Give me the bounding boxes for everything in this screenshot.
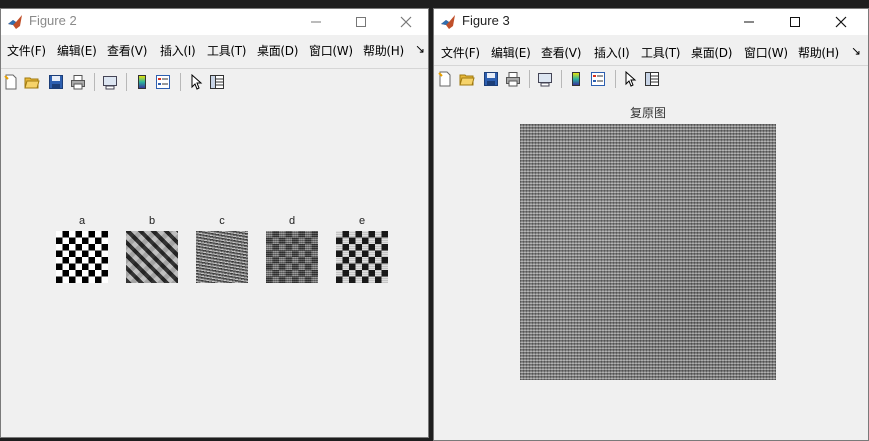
maximize-button[interactable] [772,9,818,35]
subplot-image-d [266,231,318,283]
property-inspector-icon[interactable] [644,71,660,87]
desktop-background [0,0,869,8]
menu-view[interactable]: 查看(V) [107,42,147,59]
subplot-label-d: d [288,215,296,227]
toolbar-separator [180,73,181,91]
title-bar[interactable]: Figure 2 [1,9,428,35]
insert-legend-icon[interactable] [590,71,606,87]
toolbar-separator [561,70,562,88]
maximize-icon [356,17,366,27]
open-file-icon[interactable] [459,71,475,87]
save-icon[interactable] [48,74,64,90]
new-figure-icon[interactable] [437,71,453,87]
figure-2-window: Figure 2 文件(F) 编辑(E) 查看(V) 插入(I) 工具(T) 桌… [0,8,429,438]
subplot-label-c: c [219,215,225,227]
menu-overflow-arrow[interactable]: ↘ [415,42,425,56]
minimize-button[interactable] [293,9,339,35]
toolbar-separator [529,70,530,88]
print-icon[interactable] [505,71,521,87]
subplot-label-e: e [358,215,366,227]
subplot-label-a: a [78,215,86,227]
menu-view[interactable]: 查看(V) [541,44,581,61]
figure-axes-area: 复原图 [434,94,868,440]
menu-help[interactable]: 帮助(H) [363,42,404,59]
insert-colorbar-icon[interactable] [134,74,150,90]
open-file-icon[interactable] [24,74,40,90]
menu-bar: 文件(F) 编辑(E) 查看(V) 插入(I) 工具(T) 桌面(D) 窗口(W… [1,40,428,62]
menu-tools[interactable]: 工具(T) [207,42,247,59]
figure-3-window: Figure 3 文件(F) 编辑(E) 查看(V) 插入(I) 工具(T) 桌… [433,8,869,441]
menu-help[interactable]: 帮助(H) [798,44,839,61]
save-icon[interactable] [483,71,499,87]
title-bar[interactable]: Figure 3 [434,9,868,35]
link-plot-icon[interactable] [102,74,118,90]
subplot-image-e [336,231,388,283]
toolbar-separator [615,70,616,88]
maximize-icon [790,17,800,27]
property-inspector-icon[interactable] [209,74,225,90]
menu-desktop[interactable]: 桌面(D) [257,42,298,59]
close-icon [835,16,847,28]
new-figure-icon[interactable] [3,74,19,90]
close-button[interactable] [383,9,428,35]
figure-toolbar [1,68,428,98]
print-icon[interactable] [70,74,86,90]
close-button[interactable] [818,9,864,35]
insert-legend-icon[interactable] [155,74,171,90]
restored-image [520,124,776,380]
menu-window[interactable]: 窗口(W) [309,42,353,59]
menu-bar: 文件(F) 编辑(E) 查看(V) 插入(I) 工具(T) 桌面(D) 窗口(W… [434,42,868,64]
menu-file[interactable]: 文件(F) [441,44,480,61]
matlab-icon [8,15,22,29]
close-icon [400,16,412,28]
maximize-button[interactable] [338,9,384,35]
window-title: Figure 3 [462,13,510,28]
matlab-icon [441,15,455,29]
edit-plot-icon[interactable] [188,74,204,90]
subplot-image-b [126,231,178,283]
menu-insert[interactable]: 插入(I) [160,42,196,59]
menu-tools[interactable]: 工具(T) [641,44,681,61]
menu-desktop[interactable]: 桌面(D) [691,44,732,61]
menu-window[interactable]: 窗口(W) [744,44,788,61]
insert-colorbar-icon[interactable] [568,71,584,87]
menu-overflow-arrow[interactable]: ↘ [851,44,861,58]
minimize-icon [744,21,754,23]
menu-edit[interactable]: 编辑(E) [491,44,531,61]
minimize-icon [311,21,321,23]
figure-axes-area: a b c d e [1,97,428,437]
toolbar-separator [126,73,127,91]
minimize-button[interactable] [726,9,772,35]
subplot-image-a [56,231,108,283]
link-plot-icon[interactable] [537,71,553,87]
figure-toolbar [434,65,868,95]
menu-insert[interactable]: 插入(I) [594,44,630,61]
menu-edit[interactable]: 编辑(E) [57,42,97,59]
edit-plot-icon[interactable] [622,71,638,87]
subplot-label-b: b [148,215,156,227]
image-title: 复原图 [629,106,666,120]
menu-file[interactable]: 文件(F) [7,42,46,59]
window-title: Figure 2 [29,13,77,28]
toolbar-separator [94,73,95,91]
subplot-image-c [196,231,248,283]
